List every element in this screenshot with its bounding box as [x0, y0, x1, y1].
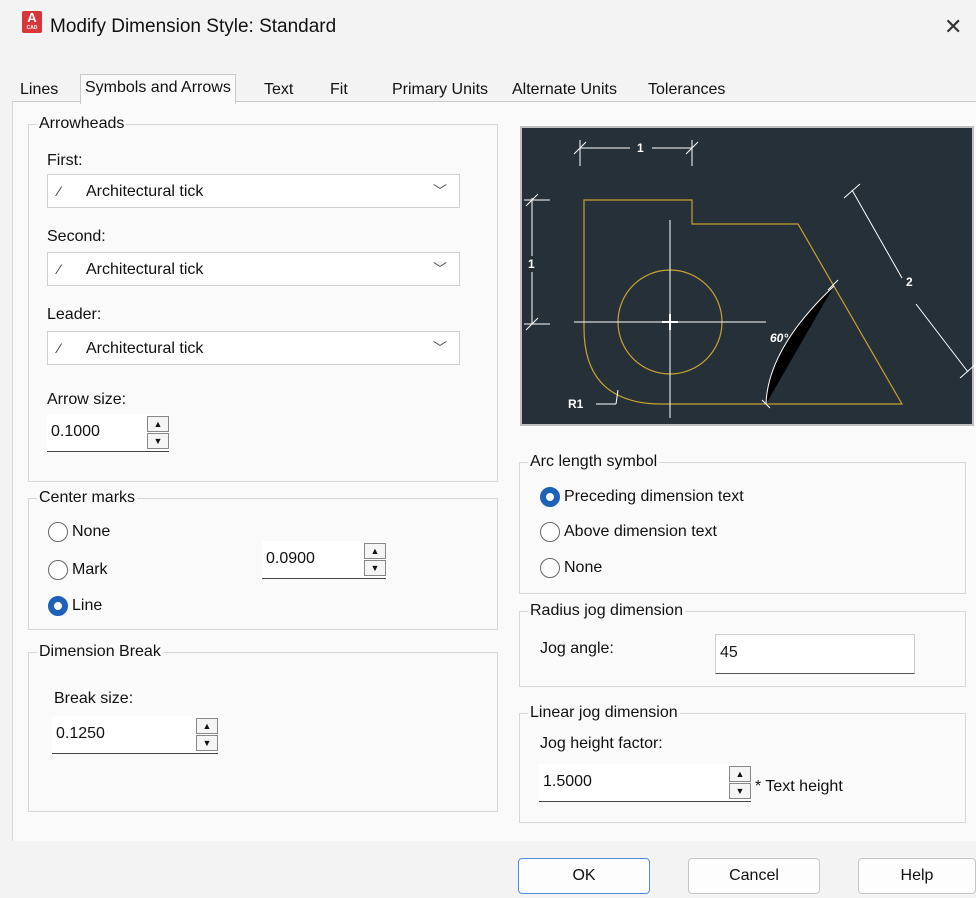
- break-size-spinner[interactable]: 0.1250 ▲ ▼: [52, 716, 218, 754]
- spinner-buttons: ▲ ▼: [364, 543, 386, 577]
- radius-jog-title: Radius jog dimension: [528, 602, 685, 620]
- jog-angle-value: 45: [720, 644, 738, 661]
- center-marks-title: Center marks: [37, 489, 138, 507]
- arc-length-title: Arc length symbol: [528, 453, 660, 471]
- preview-dim-left: 1: [528, 257, 535, 271]
- radio-label: Mark: [72, 561, 108, 578]
- first-label: First:: [47, 152, 83, 169]
- tab-primary-units[interactable]: Primary Units: [392, 78, 488, 102]
- leader-label: Leader:: [47, 306, 102, 323]
- jog-height-factor-label: Jog height factor:: [540, 735, 663, 752]
- linear-jog-title: Linear jog dimension: [528, 704, 680, 722]
- preview-angle: 60°: [770, 331, 788, 345]
- tab-fit[interactable]: Fit: [330, 78, 348, 102]
- break-size-value: 0.1250: [56, 725, 105, 742]
- preview-radius: R1: [568, 397, 584, 411]
- radio-label: None: [564, 559, 603, 576]
- radio-circle: [540, 522, 560, 542]
- arrow-size-label: Arrow size:: [47, 391, 127, 408]
- spin-up-icon[interactable]: ▲: [196, 718, 218, 734]
- tab-alternate-units[interactable]: Alternate Units: [512, 78, 617, 102]
- chevron-down-icon: ﹀: [433, 183, 447, 199]
- radio-circle: [540, 558, 560, 578]
- close-icon[interactable]: ✕: [944, 14, 962, 40]
- app-icon-sub: CAD: [26, 25, 38, 31]
- second-label: Second:: [47, 228, 106, 245]
- spinner-buttons: ▲ ▼: [729, 766, 751, 800]
- arrow-size-value: 0.1000: [51, 423, 100, 440]
- spin-down-icon[interactable]: ▼: [364, 560, 386, 576]
- autocad-app-icon: A CAD: [22, 11, 42, 33]
- leader-arrowhead-value: Architectural tick: [86, 340, 204, 357]
- jog-height-factor-spinner[interactable]: 1.5000 ▲ ▼: [539, 764, 751, 802]
- center-mark-size-value: 0.0900: [266, 550, 315, 567]
- preview-drawing: 1 1 2 60° R1: [524, 140, 976, 418]
- break-size-label: Break size:: [54, 690, 134, 707]
- preview-dim-right: 2: [906, 275, 913, 289]
- chevron-down-icon: ﹀: [433, 261, 447, 277]
- center-mark-size-spinner[interactable]: 0.0900 ▲ ▼: [262, 541, 386, 579]
- jog-angle-input[interactable]: 45: [715, 634, 915, 674]
- tab-bar: Lines Symbols and Arrows Text Fit Primar…: [14, 74, 976, 104]
- help-button[interactable]: Help: [858, 858, 976, 894]
- arrowheads-title: Arrowheads: [37, 115, 127, 133]
- chevron-down-icon: ﹀: [433, 340, 447, 356]
- spin-up-icon[interactable]: ▲: [364, 543, 386, 559]
- ok-button[interactable]: OK: [518, 858, 650, 894]
- architectural-tick-icon: ⁄: [58, 261, 61, 277]
- jog-angle-label: Jog angle:: [540, 640, 614, 657]
- first-arrowhead-value: Architectural tick: [86, 183, 204, 200]
- spin-up-icon[interactable]: ▲: [147, 416, 169, 432]
- spin-down-icon[interactable]: ▼: [196, 735, 218, 751]
- radio-circle: [48, 522, 68, 542]
- arrow-size-spinner[interactable]: 0.1000 ▲ ▼: [47, 414, 169, 452]
- text-height-suffix: * Text height: [755, 778, 843, 795]
- tab-symbols-and-arrows[interactable]: Symbols and Arrows: [80, 74, 236, 104]
- dimension-preview: 1 1 2 60° R1: [520, 126, 976, 426]
- spin-down-icon[interactable]: ▼: [147, 433, 169, 449]
- spinner-buttons: ▲ ▼: [147, 416, 169, 450]
- preview-dim-top: 1: [637, 141, 644, 155]
- second-arrowhead-select[interactable]: ⁄ Architectural tick ﹀: [47, 252, 460, 286]
- tab-text[interactable]: Text: [264, 78, 293, 102]
- spin-up-icon[interactable]: ▲: [729, 766, 751, 782]
- architectural-tick-icon: ⁄: [58, 340, 61, 356]
- app-icon-letter: A: [27, 10, 37, 25]
- window-title: Modify Dimension Style: Standard: [50, 16, 337, 37]
- cancel-button[interactable]: Cancel: [688, 858, 820, 894]
- leader-arrowhead-select[interactable]: ⁄ Architectural tick ﹀: [47, 331, 460, 365]
- second-arrowhead-value: Architectural tick: [86, 261, 204, 278]
- radio-circle: [48, 560, 68, 580]
- radio-circle-selected: [48, 596, 68, 616]
- radio-label: Preceding dimension text: [564, 488, 744, 505]
- radio-circle-selected: [540, 487, 560, 507]
- title-bar: A CAD Modify Dimension Style: Standard ✕: [0, 0, 976, 56]
- tab-lines[interactable]: Lines: [20, 78, 58, 102]
- radio-label: None: [72, 523, 111, 540]
- radio-label: Above dimension text: [564, 523, 717, 540]
- dimension-break-title: Dimension Break: [37, 643, 163, 661]
- radio-label: Line: [72, 597, 103, 614]
- spinner-buttons: ▲ ▼: [196, 718, 218, 752]
- first-arrowhead-select[interactable]: ⁄ Architectural tick ﹀: [47, 174, 460, 208]
- jog-height-factor-value: 1.5000: [543, 773, 592, 790]
- architectural-tick-icon: ⁄: [58, 183, 61, 199]
- spin-down-icon[interactable]: ▼: [729, 783, 751, 799]
- tab-tolerances[interactable]: Tolerances: [648, 78, 725, 102]
